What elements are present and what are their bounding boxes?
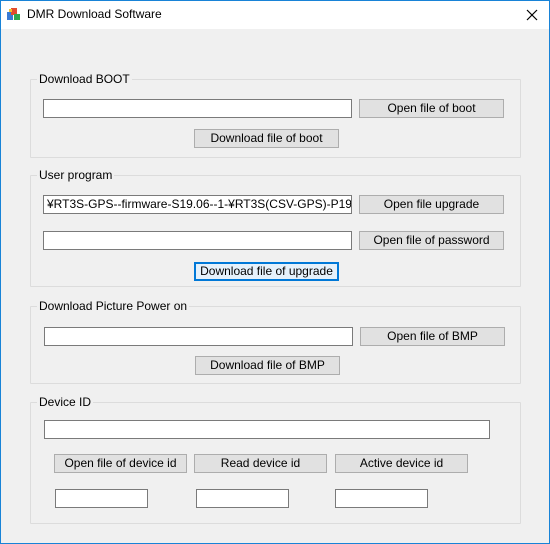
picture-power-on-group: Download Picture Power on Open file of B… bbox=[30, 299, 521, 384]
read-device-id-button[interactable]: Read device id bbox=[194, 454, 327, 473]
download-boot-title: Download BOOT bbox=[37, 72, 132, 86]
open-boot-button[interactable]: Open file of boot bbox=[359, 99, 504, 118]
download-boot-button[interactable]: Download file of boot bbox=[194, 129, 339, 148]
client-area: Download BOOT Open file of boot Download… bbox=[1, 30, 549, 543]
device-id-path-input[interactable] bbox=[44, 420, 490, 439]
close-icon bbox=[526, 9, 538, 21]
open-password-button[interactable]: Open file of password bbox=[359, 231, 504, 250]
open-upgrade-button[interactable]: Open file upgrade bbox=[359, 195, 504, 214]
picture-power-on-title: Download Picture Power on bbox=[37, 299, 190, 313]
device-id-field-2[interactable] bbox=[196, 489, 289, 508]
password-file-path-input[interactable] bbox=[43, 231, 352, 250]
main-window: DMR Download Software Download BOOT Open… bbox=[0, 0, 550, 544]
bmp-file-path-input[interactable] bbox=[44, 327, 353, 346]
device-id-title: Device ID bbox=[37, 395, 94, 409]
close-button[interactable] bbox=[515, 1, 549, 29]
title-bar[interactable]: DMR Download Software bbox=[1, 1, 549, 29]
window-title: DMR Download Software bbox=[27, 7, 162, 21]
download-bmp-button[interactable]: Download file of BMP bbox=[195, 356, 340, 375]
app-icon bbox=[7, 8, 20, 20]
open-bmp-button[interactable]: Open file of BMP bbox=[360, 327, 505, 346]
active-device-id-button[interactable]: Active device id bbox=[335, 454, 468, 473]
device-id-group: Device ID Open file of device id Read de… bbox=[30, 395, 521, 524]
device-id-field-3[interactable] bbox=[335, 489, 428, 508]
download-boot-group: Download BOOT Open file of boot Download… bbox=[30, 72, 521, 158]
upgrade-file-path-input[interactable]: ¥RT3S-GPS--firmware-S19.06--1-¥RT3S(CSV-… bbox=[43, 195, 352, 214]
boot-file-path-input[interactable] bbox=[43, 99, 352, 118]
open-device-id-button[interactable]: Open file of device id bbox=[54, 454, 187, 473]
user-program-group: User program ¥RT3S-GPS--firmware-S19.06-… bbox=[30, 168, 521, 287]
user-program-title: User program bbox=[37, 168, 115, 182]
download-upgrade-button[interactable]: Download file of upgrade bbox=[194, 262, 339, 281]
device-id-field-1[interactable] bbox=[55, 489, 148, 508]
